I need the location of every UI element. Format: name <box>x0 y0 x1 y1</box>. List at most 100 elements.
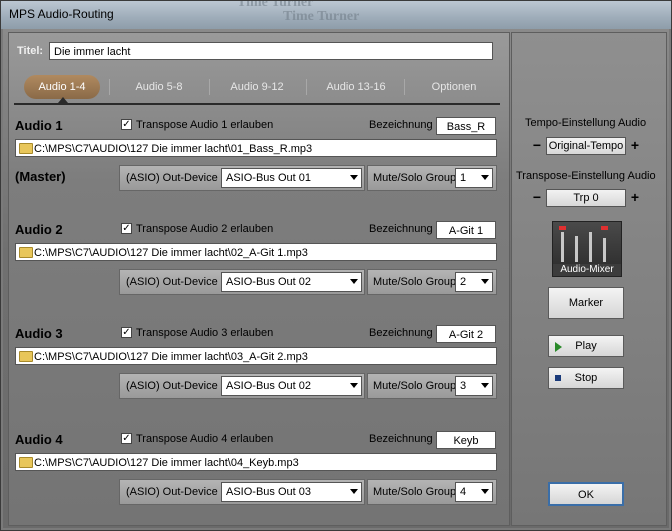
mute-solo-panel: Mute/Solo Group 4 <box>367 479 497 505</box>
bezeichnung-input[interactable]: Keyb <box>436 431 496 449</box>
transpose-label: Transpose Audio 4 erlauben <box>136 433 274 445</box>
mute-solo-value: 3 <box>460 380 467 392</box>
out-device-panel: (ASIO) Out-Device ASIO-Bus Out 02 <box>119 269 365 295</box>
audio-routing-window: MPS Audio-Routing Time Turner Time Turne… <box>0 0 672 531</box>
tempo-decrement-button[interactable]: − <box>530 137 544 155</box>
out-device-select[interactable]: ASIO-Bus Out 01 <box>221 168 362 188</box>
bezeichnung-input[interactable]: Bass_R <box>436 117 496 135</box>
mixer-knob-icon <box>559 226 566 230</box>
tab-separator <box>109 79 110 95</box>
marker-button[interactable]: Marker <box>548 287 624 319</box>
out-device-value: ASIO-Bus Out 01 <box>226 172 311 184</box>
track-name: Audio 1 <box>15 118 63 133</box>
ok-button[interactable]: OK <box>548 482 624 506</box>
out-device-select[interactable]: ASIO-Bus Out 03 <box>221 482 362 502</box>
folder-icon <box>19 351 33 362</box>
chevron-down-icon <box>350 279 358 284</box>
mute-solo-panel: Mute/Solo Group 3 <box>367 373 497 399</box>
tab-separator <box>306 79 307 95</box>
out-device-select[interactable]: ASIO-Bus Out 02 <box>221 376 362 396</box>
title-label: Titel: <box>17 45 44 57</box>
chevron-down-icon <box>350 175 358 180</box>
mute-solo-label: Mute/Solo Group <box>373 172 457 184</box>
chevron-down-icon <box>481 279 489 284</box>
transpose-checkbox[interactable]: ✓ <box>121 327 132 338</box>
mute-solo-label: Mute/Solo Group <box>373 486 457 498</box>
bezeichnung-label: Bezeichnung <box>369 327 433 339</box>
out-device-label: (ASIO) Out-Device <box>126 380 218 392</box>
mute-solo-label: Mute/Solo Group <box>373 276 457 288</box>
transpose-label: Transpose Audio 2 erlauben <box>136 223 274 235</box>
bezeichnung-input[interactable]: A-Git 1 <box>436 221 496 239</box>
transpose-value: Trp 0 <box>546 189 626 207</box>
file-path-field[interactable]: C:\MPS\C7\AUDIO\127 Die immer lacht\03_A… <box>15 347 497 365</box>
mute-solo-select[interactable]: 1 <box>455 168 493 188</box>
title-bar: MPS Audio-Routing Time Turner Time Turne… <box>1 1 671 29</box>
folder-icon <box>19 143 33 154</box>
master-label: (Master) <box>15 169 66 184</box>
transpose-label: Transpose Audio 1 erlauben <box>136 119 274 131</box>
tab-audio-13-16[interactable]: Audio 13-16 <box>314 75 398 99</box>
transpose-checkbox[interactable]: ✓ <box>121 119 132 130</box>
mixer-fader-icon <box>575 236 578 262</box>
tab-optionen[interactable]: Optionen <box>414 75 494 99</box>
file-path-field[interactable]: C:\MPS\C7\AUDIO\127 Die immer lacht\04_K… <box>15 453 497 471</box>
mute-solo-panel: Mute/Solo Group 2 <box>367 269 497 295</box>
tab-audio-9-12[interactable]: Audio 9-12 <box>217 75 297 99</box>
mixer-fader-icon <box>603 238 606 262</box>
out-device-panel: (ASIO) Out-Device ASIO-Bus Out 03 <box>119 479 365 505</box>
tempo-increment-button[interactable]: + <box>628 137 642 155</box>
bezeichnung-input[interactable]: A-Git 2 <box>436 325 496 343</box>
out-device-value: ASIO-Bus Out 02 <box>226 276 311 288</box>
out-device-value: ASIO-Bus Out 03 <box>226 486 311 498</box>
stop-button[interactable]: Stop <box>548 367 624 389</box>
folder-icon <box>19 457 33 468</box>
tempo-value: Original-Tempo <box>546 137 626 155</box>
play-button[interactable]: Play <box>548 335 624 357</box>
mute-solo-value: 2 <box>460 276 467 288</box>
window-title: MPS Audio-Routing <box>9 7 114 21</box>
track-name: Audio 3 <box>15 326 63 341</box>
transpose-decrement-button[interactable]: − <box>530 189 544 207</box>
out-device-label: (ASIO) Out-Device <box>126 276 218 288</box>
mute-solo-value: 1 <box>460 172 467 184</box>
file-path-field[interactable]: C:\MPS\C7\AUDIO\127 Die immer lacht\02_A… <box>15 243 497 261</box>
bezeichnung-label: Bezeichnung <box>369 433 433 445</box>
tab-audio-5-8[interactable]: Audio 5-8 <box>119 75 199 99</box>
transpose-checkbox[interactable]: ✓ <box>121 433 132 444</box>
tab-bar: Audio 1-4 Audio 5-8 Audio 9-12 Audio 13-… <box>9 75 499 105</box>
tempo-label: Tempo-Einstellung Audio <box>525 117 647 129</box>
tab-audio-1-4[interactable]: Audio 1-4 <box>24 75 100 99</box>
mute-solo-select[interactable]: 4 <box>455 482 493 502</box>
file-path: C:\MPS\C7\AUDIO\127 Die immer lacht\04_K… <box>34 457 299 469</box>
track-name: Audio 2 <box>15 222 63 237</box>
chevron-down-icon <box>481 489 489 494</box>
stop-label: Stop <box>574 372 598 384</box>
mute-solo-label: Mute/Solo Group <box>373 380 457 392</box>
file-path-field[interactable]: C:\MPS\C7\AUDIO\127 Die immer lacht\01_B… <box>15 139 497 157</box>
tab-underline <box>14 103 500 105</box>
mixer-knob-icon <box>601 226 608 230</box>
mute-solo-select[interactable]: 3 <box>455 376 493 396</box>
tab-separator <box>404 79 405 95</box>
title-input[interactable]: Die immer lacht <box>49 42 493 60</box>
routing-panel: Titel: Die immer lacht Audio 1-4 Audio 5… <box>8 32 510 526</box>
play-label: Play <box>575 340 597 352</box>
control-sidebar: Tempo-Einstellung Audio − Original-Tempo… <box>511 32 667 526</box>
track-name: Audio 4 <box>15 432 63 447</box>
mixer-fader-icon <box>589 232 592 262</box>
file-path: C:\MPS\C7\AUDIO\127 Die immer lacht\03_A… <box>34 351 308 363</box>
mute-solo-select[interactable]: 2 <box>455 272 493 292</box>
dialog-body: Titel: Die immer lacht Audio 1-4 Audio 5… <box>3 29 669 528</box>
chevron-down-icon <box>350 383 358 388</box>
audio-mixer-label: Audio-Mixer <box>553 264 621 276</box>
out-device-label: (ASIO) Out-Device <box>126 486 218 498</box>
transpose-increment-button[interactable]: + <box>628 189 642 207</box>
out-device-select[interactable]: ASIO-Bus Out 02 <box>221 272 362 292</box>
chevron-down-icon <box>481 175 489 180</box>
file-path: C:\MPS\C7\AUDIO\127 Die immer lacht\01_B… <box>34 143 313 155</box>
audio-mixer-button[interactable]: Audio-Mixer <box>552 221 622 277</box>
file-path: C:\MPS\C7\AUDIO\127 Die immer lacht\02_A… <box>34 247 308 259</box>
transpose-checkbox[interactable]: ✓ <box>121 223 132 234</box>
out-device-panel: (ASIO) Out-Device ASIO-Bus Out 01 <box>119 165 365 191</box>
